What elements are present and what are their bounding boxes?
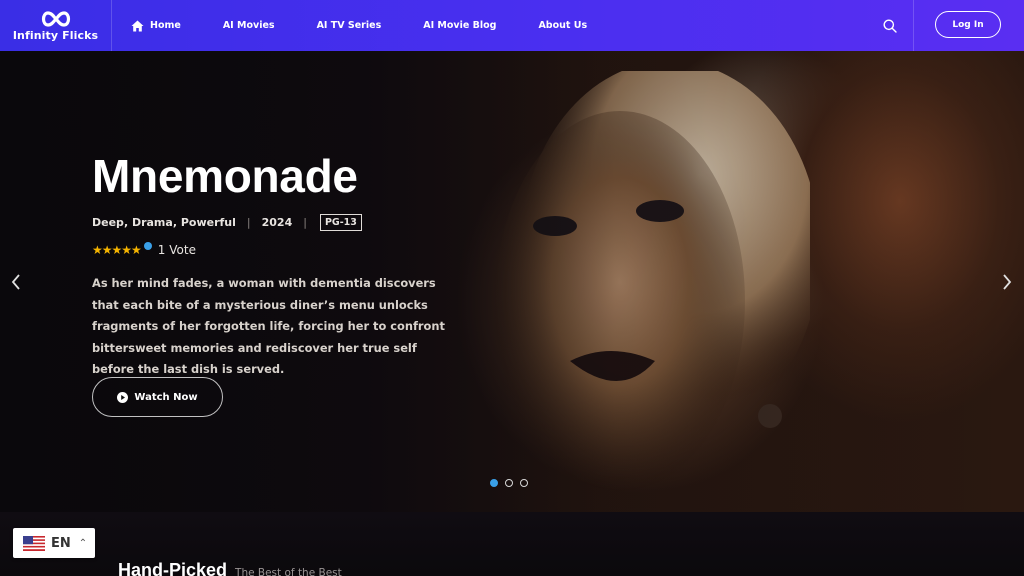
nav-home-label: Home xyxy=(150,20,181,31)
movie-year: 2024 xyxy=(261,216,293,229)
age-rating-badge: PG-13 xyxy=(319,214,362,231)
movie-title: Mnemonade xyxy=(92,150,358,202)
movie-meta: Deep, Drama, Powerful | 2024 | PG-13 xyxy=(92,214,362,231)
search-icon xyxy=(883,19,897,33)
slide-dot[interactable] xyxy=(505,479,513,487)
nav-ai-movie-blog[interactable]: AI Movie Blog xyxy=(402,0,517,51)
logo[interactable]: Infinity Flicks xyxy=(0,0,112,51)
play-icon xyxy=(117,391,129,403)
nav-home[interactable]: Home xyxy=(112,0,202,51)
watch-now-label: Watch Now xyxy=(134,391,198,403)
next-slide-button[interactable] xyxy=(997,270,1017,294)
meta-separator: | xyxy=(246,216,251,229)
us-flag-icon xyxy=(23,535,45,551)
language-code: EN xyxy=(51,535,71,551)
slide-indicators xyxy=(490,479,528,487)
nav-ai-movie-blog-label: AI Movie Blog xyxy=(423,20,497,31)
slide-dot[interactable] xyxy=(520,479,528,487)
nav-ai-movies-label: AI Movies xyxy=(222,20,275,31)
hero-slider: Mnemonade Deep, Drama, Powerful | 2024 |… xyxy=(0,51,1024,512)
nav-about-us[interactable]: About Us xyxy=(517,0,608,51)
logo-text: Infinity Flicks xyxy=(12,28,99,42)
nav-ai-tv-series[interactable]: AI TV Series xyxy=(296,0,403,51)
section-heading: Hand-Picked The Best of the Best xyxy=(118,560,342,576)
slide-dot[interactable] xyxy=(490,479,498,487)
nav-about-us-label: About Us xyxy=(538,20,588,31)
prev-slide-button[interactable] xyxy=(6,270,26,294)
infinity-logo-icon xyxy=(41,10,70,27)
genre-tag[interactable]: Powerful xyxy=(181,216,236,229)
chevron-left-icon xyxy=(11,274,20,290)
star-rating: ★★★★★ 1 Vote xyxy=(92,242,196,257)
language-switcher[interactable]: EN ⌃ xyxy=(13,528,95,558)
vote-count: 1 Vote xyxy=(157,243,196,257)
chevron-up-icon: ⌃ xyxy=(78,537,88,549)
chevron-right-icon xyxy=(1003,274,1012,290)
info-icon xyxy=(143,242,152,250)
site-header: Infinity Flicks Home AI Movies AI TV Ser… xyxy=(0,0,1024,51)
search-button[interactable] xyxy=(866,0,914,51)
nav-ai-tv-series-label: AI TV Series xyxy=(316,20,382,31)
nav-ai-movies[interactable]: AI Movies xyxy=(202,0,296,51)
home-icon xyxy=(131,20,144,31)
meta-separator: | xyxy=(303,216,307,229)
main-nav: Home AI Movies AI TV Series AI Movie Blo… xyxy=(112,0,608,51)
section-subtitle: The Best of the Best xyxy=(235,567,342,576)
stars-icon[interactable]: ★★★★★ xyxy=(92,243,142,257)
movie-description: As her mind fades, a woman with dementia… xyxy=(92,276,445,377)
genre-tag[interactable]: Deep xyxy=(92,216,124,229)
section-title: Hand-Picked xyxy=(118,560,228,576)
watch-now-button[interactable]: Watch Now xyxy=(92,377,223,417)
login-button[interactable]: Log In xyxy=(935,11,1001,38)
genre-tag[interactable]: Drama xyxy=(132,216,173,229)
hand-picked-section: Hand-Picked The Best of the Best xyxy=(0,512,1024,576)
